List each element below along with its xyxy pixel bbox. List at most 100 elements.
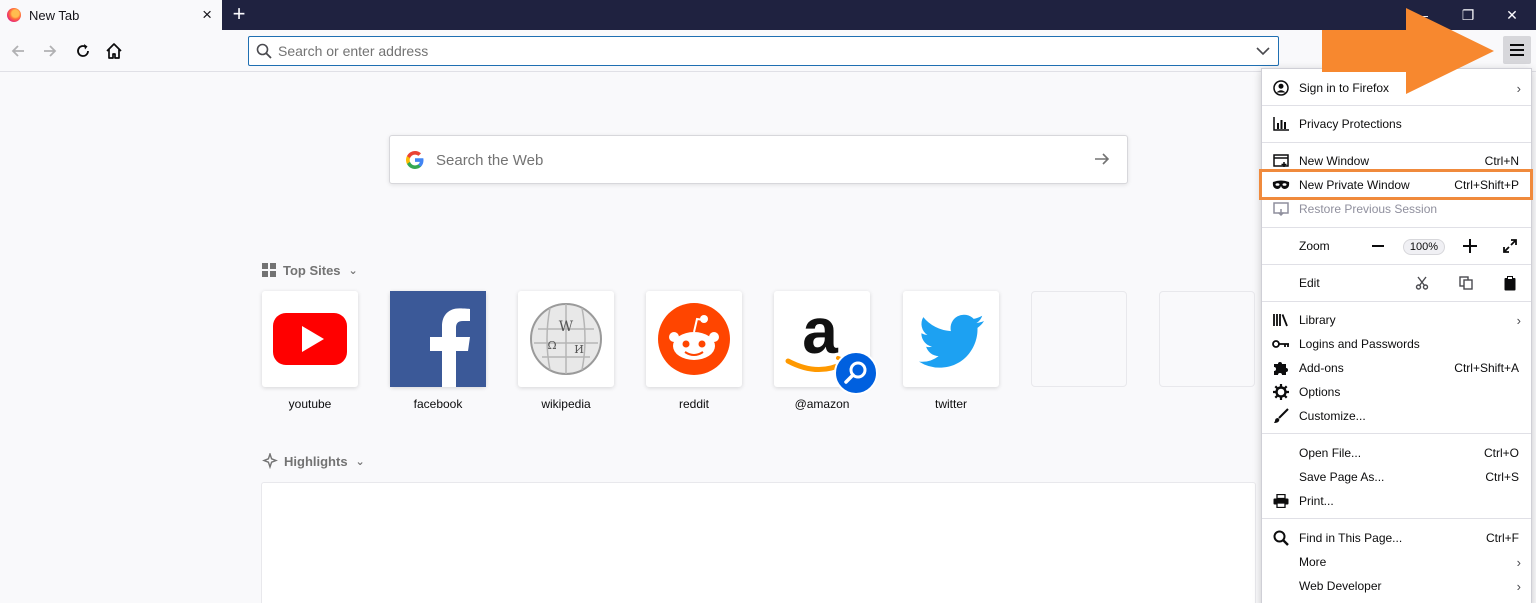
- web-search-box[interactable]: [389, 135, 1128, 184]
- menu-label: Find in This Page...: [1299, 531, 1403, 545]
- paste-button[interactable]: [1499, 272, 1521, 294]
- search-submit-arrow-icon[interactable]: [1093, 150, 1111, 168]
- copy-button[interactable]: [1455, 272, 1477, 294]
- cut-button[interactable]: [1411, 272, 1433, 294]
- copy-icon: [1459, 276, 1473, 290]
- menu-label: Add-ons: [1299, 361, 1344, 375]
- reload-icon: [77, 44, 89, 57]
- back-arrow-icon: [11, 45, 24, 57]
- twitter-icon: [919, 314, 984, 368]
- reddit-icon: [658, 303, 730, 375]
- wikipedia-icon: W Ω И: [530, 303, 602, 375]
- menu-label: Restore Previous Session: [1299, 202, 1438, 216]
- menu-item-options[interactable]: Options: [1262, 380, 1531, 404]
- menu-shortcut: Ctrl+Shift+A: [1454, 361, 1519, 375]
- chevron-down-icon[interactable]: ⌄: [356, 455, 365, 468]
- menu-label: Open File...: [1299, 446, 1362, 460]
- chevron-right-icon: ›: [1516, 554, 1521, 570]
- zoom-reset-button[interactable]: 100%: [1403, 239, 1445, 255]
- menu-label: Privacy Protections: [1299, 117, 1402, 131]
- top-site-youtube[interactable]: [262, 291, 358, 387]
- home-icon: [106, 43, 122, 59]
- top-site-placeholder[interactable]: [1159, 291, 1255, 387]
- grid-icon: [262, 263, 276, 277]
- chevron-right-icon: ›: [1516, 80, 1521, 96]
- menu-label: Customize...: [1299, 409, 1366, 423]
- menu-item-save-page[interactable]: Save Page As... Ctrl+S: [1262, 465, 1531, 489]
- menu-item-logins[interactable]: Logins and Passwords: [1262, 332, 1531, 356]
- menu-separator: [1262, 433, 1531, 434]
- close-tab-button[interactable]: ×: [202, 6, 212, 23]
- open-menu-button[interactable]: [1503, 36, 1531, 64]
- address-bar[interactable]: [248, 36, 1279, 66]
- zoom-in-button[interactable]: [1459, 235, 1481, 257]
- menu-label: Print...: [1299, 494, 1334, 508]
- search-icon: [1272, 530, 1290, 546]
- menu-item-open-file[interactable]: Open File... Ctrl+O: [1262, 441, 1531, 465]
- menu-label: New Window: [1299, 154, 1370, 168]
- top-sites-header[interactable]: Top Sites ⌄: [262, 263, 358, 278]
- top-site-placeholder[interactable]: [1031, 291, 1127, 387]
- menu-item-customize[interactable]: Customize...: [1262, 404, 1531, 428]
- fullscreen-icon: [1503, 239, 1517, 253]
- address-input[interactable]: [278, 37, 1238, 65]
- svg-text:И: И: [574, 343, 584, 356]
- annotation-arrow-icon: [1322, 8, 1494, 94]
- facebook-icon: [390, 291, 486, 387]
- menu-item-web-developer[interactable]: Web Developer ›: [1262, 574, 1531, 598]
- search-shortcut-badge-icon: [834, 351, 878, 395]
- puzzle-piece-icon: [1272, 360, 1290, 376]
- highlights-header[interactable]: Highlights ⌄: [262, 453, 365, 469]
- reload-button[interactable]: [70, 38, 96, 64]
- chevron-down-icon[interactable]: [1256, 45, 1270, 57]
- top-site-label: twitter: [934, 397, 967, 411]
- new-tab-button[interactable]: +: [228, 2, 250, 28]
- new-window-icon: [1272, 153, 1290, 169]
- menu-label: Library: [1299, 313, 1336, 327]
- menu-item-restore-session[interactable]: Restore Previous Session: [1262, 197, 1531, 221]
- zoom-out-button[interactable]: [1367, 235, 1389, 257]
- annotation-highlight-box: [1259, 169, 1533, 200]
- tab-new-tab[interactable]: New Tab ×: [0, 0, 222, 30]
- top-site-amazon[interactable]: a: [774, 291, 878, 395]
- app-menu-panel: Sign in to Firefox › Privacy Protections…: [1261, 68, 1532, 603]
- top-site-reddit[interactable]: [646, 291, 742, 387]
- chevron-down-icon[interactable]: ⌄: [349, 264, 358, 277]
- sparkle-icon: [262, 453, 278, 469]
- menu-item-addons[interactable]: Add-ons Ctrl+Shift+A: [1262, 356, 1531, 380]
- svg-text:W: W: [559, 319, 574, 335]
- fullscreen-button[interactable]: [1499, 235, 1521, 257]
- menu-item-library[interactable]: Library ›: [1262, 308, 1531, 332]
- tab-title: New Tab: [29, 7, 80, 23]
- menu-shortcut: Ctrl+F: [1486, 531, 1519, 545]
- forward-button[interactable]: [37, 38, 63, 64]
- top-site-wikipedia[interactable]: W Ω И: [518, 291, 614, 387]
- scissors-icon: [1415, 276, 1429, 290]
- svg-text:Ω: Ω: [547, 339, 556, 352]
- paintbrush-icon: [1272, 408, 1290, 424]
- menu-label: Logins and Passwords: [1299, 337, 1420, 351]
- key-icon: [1272, 336, 1290, 352]
- close-window-button[interactable]: ✕: [1497, 5, 1527, 25]
- menu-item-more[interactable]: More ›: [1262, 550, 1531, 574]
- home-button[interactable]: [101, 38, 127, 64]
- forward-arrow-icon: [44, 45, 57, 57]
- menu-shortcut: Ctrl+N: [1484, 154, 1519, 168]
- menu-label: More: [1299, 555, 1327, 569]
- chevron-right-icon: ›: [1516, 312, 1521, 328]
- top-site-twitter[interactable]: [903, 291, 999, 387]
- menu-item-print[interactable]: Print...: [1262, 489, 1531, 513]
- menu-item-edit: Edit: [1262, 271, 1531, 295]
- top-sites-title: Top Sites: [283, 263, 341, 278]
- menu-item-zoom: Zoom 100%: [1262, 234, 1531, 258]
- web-search-input[interactable]: [436, 148, 1076, 172]
- menu-shortcut: Ctrl+S: [1485, 470, 1519, 484]
- menu-separator: [1262, 227, 1531, 228]
- menu-item-find[interactable]: Find in This Page... Ctrl+F: [1262, 526, 1531, 550]
- navigation-toolbar: [0, 30, 1536, 72]
- clipboard-icon: [1504, 275, 1516, 290]
- back-button[interactable]: [5, 38, 31, 64]
- hamburger-menu-icon: [1510, 44, 1524, 56]
- top-site-facebook[interactable]: [390, 291, 486, 387]
- menu-item-privacy-protections[interactable]: Privacy Protections: [1262, 112, 1531, 136]
